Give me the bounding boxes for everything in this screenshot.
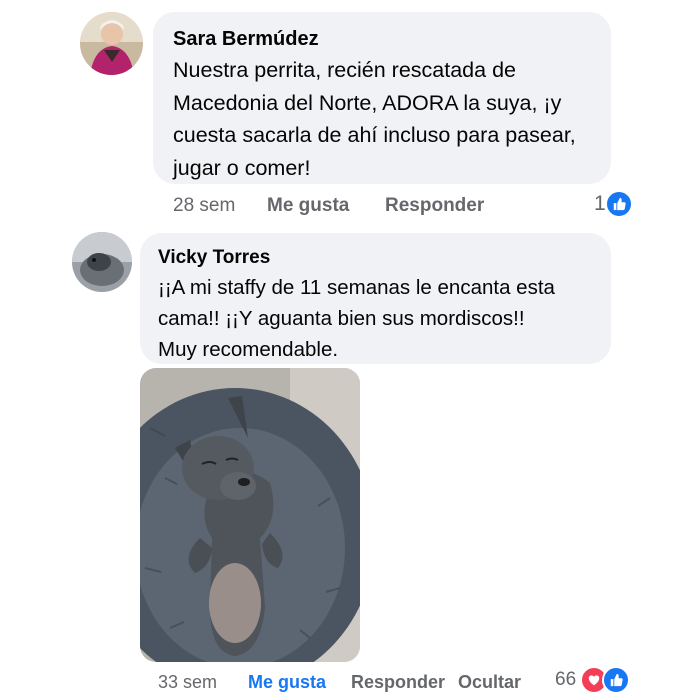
reaction-summary[interactable]: 66 — [555, 666, 631, 694]
comment-actions: 33 sem Me gusta Responder Ocultar — [158, 672, 538, 696]
reaction-count: 66 — [555, 669, 577, 690]
avatar-sara[interactable] — [80, 12, 143, 75]
comment-author[interactable]: Sara Bermúdez — [173, 26, 611, 52]
avatar-photo — [72, 232, 132, 292]
reaction-count: 1 — [594, 192, 606, 215]
reply-button[interactable]: Responder — [351, 672, 445, 693]
like-button[interactable]: Me gusta — [267, 195, 349, 217]
comment-time[interactable]: 28 sem — [173, 195, 235, 217]
like-icon — [602, 666, 631, 694]
attached-photo-dog[interactable] — [140, 368, 360, 662]
avatar-vicky[interactable] — [72, 232, 132, 292]
comment-text: Nuestra perrita, recién rescatada de Mac… — [173, 58, 576, 180]
comment-bubble: Vicky Torres ¡¡A mi staffy de 11 semanas… — [140, 233, 611, 364]
comment-actions: 28 sem Me gusta Responder — [173, 195, 613, 219]
like-button-active[interactable]: Me gusta — [248, 672, 326, 693]
hide-button[interactable]: Ocultar — [458, 672, 521, 693]
comment-text: ¡¡A mi staffy de 11 semanas le encanta e… — [158, 276, 555, 361]
comment-author[interactable]: Vicky Torres — [158, 246, 611, 270]
comment-bubble: Sara Bermúdez Nuestra perrita, recién re… — [153, 12, 611, 184]
reaction-summary[interactable]: 1 — [594, 190, 633, 218]
like-icon — [604, 190, 633, 218]
avatar-photo — [80, 12, 143, 75]
reply-button[interactable]: Responder — [385, 195, 484, 217]
dog-photo — [140, 368, 360, 662]
comment-time[interactable]: 33 sem — [158, 672, 217, 693]
